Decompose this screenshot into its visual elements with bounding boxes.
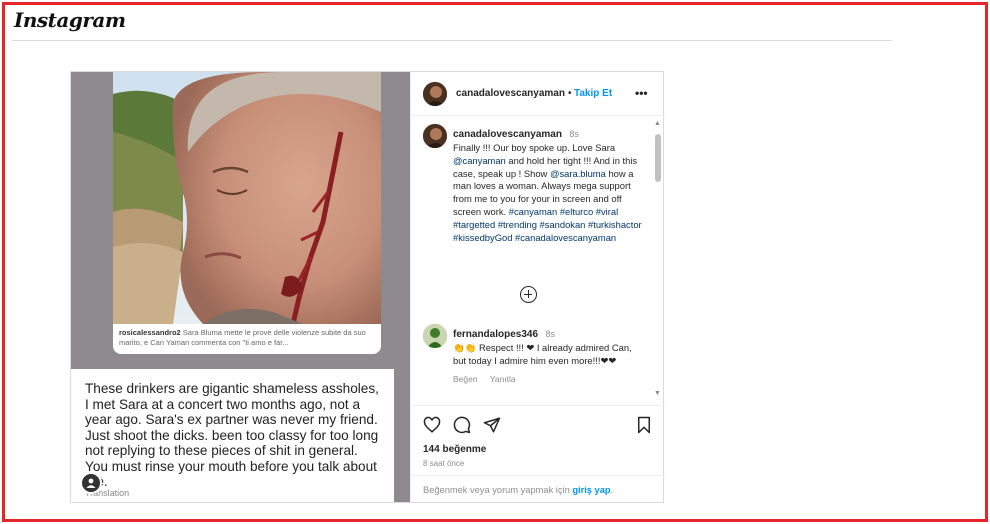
comment-time: 8s [545, 329, 556, 339]
login-link[interactable]: giriş yap [572, 485, 610, 495]
login-prompt: Beğenmek veya yorum yapmak için giriş ya… [411, 475, 665, 502]
comment-like-button[interactable]: Beğen [453, 374, 478, 384]
user-tags-button[interactable] [80, 472, 102, 494]
more-options-icon[interactable]: ••• [635, 86, 648, 100]
comment-actions: Beğen Yanıtla [453, 374, 643, 384]
scroll-down-icon[interactable]: ▼ [654, 390, 661, 397]
comment-item: fernandalopes346 8s 👏👏 Respect !!! ❤ I a… [453, 324, 643, 384]
quote-text: These drinkers are gigantic shameless as… [85, 381, 379, 489]
share-icon[interactable] [483, 416, 501, 434]
login-prefix: Beğenmek veya yorum yapmak için [423, 485, 573, 495]
post-embed: rosicalessandro2 Sara Bluma mette le pro… [70, 71, 665, 503]
comment-text: 👏👏 Respect !!! ❤ I already admired Can, … [453, 342, 632, 366]
post-photo [113, 72, 381, 324]
commenter-avatar[interactable] [423, 324, 447, 348]
likes-count[interactable]: 144 beğenme [423, 444, 486, 455]
comment-icon[interactable] [453, 416, 471, 434]
header-divider [12, 40, 892, 41]
bookmark-icon[interactable] [635, 416, 653, 434]
post-media[interactable]: rosicalessandro2 Sara Bluma mette le pro… [71, 72, 410, 502]
mention-link[interactable]: @sara.bluma [550, 168, 606, 179]
mention-link[interactable]: @canyaman [453, 155, 506, 166]
comment-username[interactable]: fernandalopes346 [453, 329, 538, 340]
separator-dot: • [568, 88, 572, 99]
comments-scrollbar[interactable]: ▲ ▼ [654, 120, 663, 402]
shared-post-caption: rosicalessandro2 Sara Bluma mette le pro… [119, 328, 377, 348]
post-header: canadalovescanyaman • Takip Et ••• [411, 72, 665, 116]
shared-post-card: rosicalessandro2 Sara Bluma mette le pro… [113, 72, 381, 354]
person-icon [86, 478, 96, 488]
instagram-logo[interactable]: Instagram [14, 8, 126, 32]
caption-text: Finally !!! Our boy spoke up. Love Sara … [453, 142, 648, 244]
scroll-thumb[interactable] [655, 134, 661, 182]
heart-icon[interactable] [423, 416, 441, 434]
login-text: Beğenmek veya yorum yapmak için giriş ya… [423, 485, 613, 495]
login-suffix: . [610, 485, 614, 495]
quote-box: These drinkers are gigantic shameless as… [71, 369, 394, 502]
caption-avatar[interactable] [423, 124, 447, 148]
comments-pane[interactable]: canadalovescanyaman 8s Finally !!! Our b… [411, 116, 665, 402]
comment-reply-button[interactable]: Yanıtla [490, 374, 516, 384]
caption-text-part: Finally !!! Our boy spoke up. Love Sara [453, 142, 616, 153]
caption-time: 8s [569, 129, 579, 139]
post-actions: 144 beğenme 8 saat önce [411, 405, 665, 475]
caption-username[interactable]: canadalovescanyaman [453, 129, 562, 140]
post-caption: canadalovescanyaman 8s Finally !!! Our b… [453, 124, 648, 244]
post-time-ago: 8 saat önce [423, 459, 465, 468]
post-sidebar: canadalovescanyaman • Takip Et ••• canad… [410, 72, 665, 502]
avatar[interactable] [423, 82, 447, 106]
follow-button[interactable]: Takip Et [574, 88, 612, 99]
post-author-username[interactable]: canadalovescanyaman [456, 88, 565, 99]
scroll-up-icon[interactable]: ▲ [654, 120, 661, 127]
shared-post-username: rosicalessandro2 [119, 328, 181, 337]
load-more-comments-icon[interactable] [520, 286, 537, 303]
